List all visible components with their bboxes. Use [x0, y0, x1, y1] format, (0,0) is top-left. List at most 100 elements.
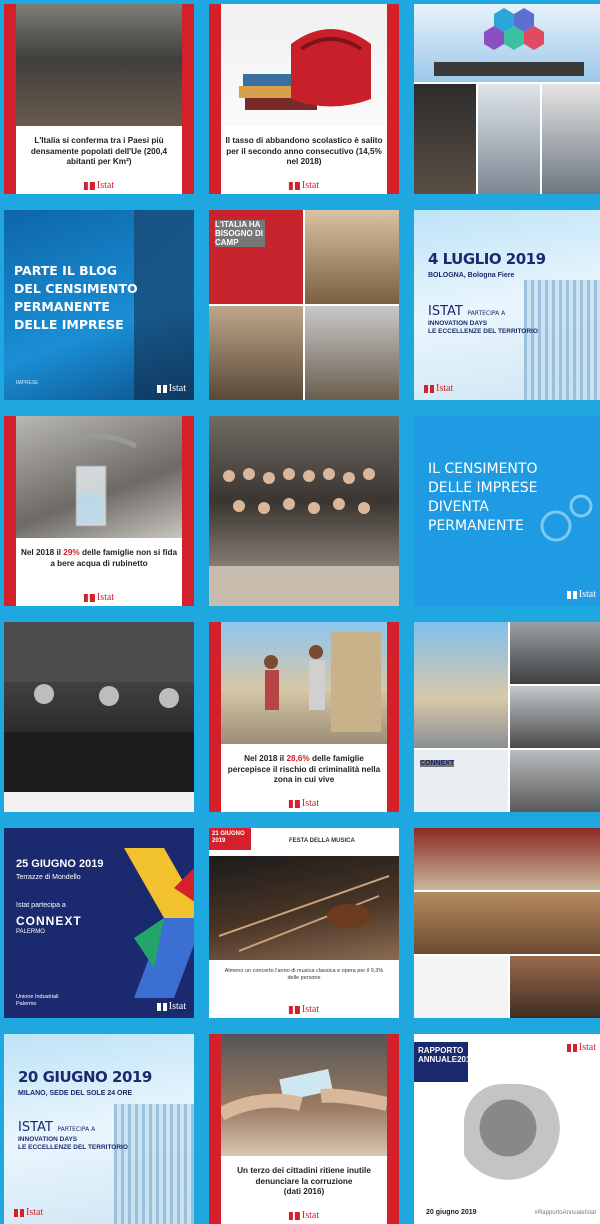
speaker-photo — [510, 956, 600, 1018]
water-glass-photo — [16, 416, 182, 538]
group-photo — [305, 306, 399, 400]
event-city: PALERMO — [16, 929, 45, 935]
connext-stand-photo: CONNEXT — [414, 750, 508, 812]
street-photo — [221, 622, 387, 744]
festival-title: FESTA DELLA MUSICA — [289, 838, 355, 844]
money-hands-icon — [217, 1069, 389, 1121]
event-place: MILANO, SEDE DEL SOLE 24 ORE — [18, 1090, 133, 1097]
event-name: INNOVATION DAYS LE ECCELLENZE DEL TERRITO… — [18, 1136, 128, 1151]
event-date-badge: 21 GIUGNO 2019 — [209, 828, 251, 850]
event-place: Terrazze di Mondello — [16, 874, 81, 881]
istat-logo: Istat — [14, 1207, 43, 1218]
connext-title: CONNEXT — [16, 914, 82, 928]
violin-photo — [209, 856, 399, 960]
banner-photo: L'ITALIA HA BISOGNO DI CAMP — [209, 210, 303, 304]
post-tile-conference-collage[interactable] — [414, 4, 600, 194]
istat-logo: Istat — [424, 383, 453, 394]
hall-photo — [510, 686, 600, 748]
villa-photo — [414, 622, 508, 748]
building-graphic — [524, 280, 600, 400]
istat-logo: Istat — [288, 180, 319, 191]
caption-box: Il tasso di abbandono scolastico è salit… — [221, 126, 387, 194]
post-tile-rapporto-event-collage[interactable] — [414, 828, 600, 1018]
post-tile-group-photo[interactable] — [209, 416, 399, 606]
conference-stage-photo — [414, 4, 600, 82]
red-bar-left — [4, 4, 16, 194]
blog-title: PARTE IL BLOG DEL CENSIMENTO PERMANENTE … — [14, 263, 138, 332]
post-tile-connext-collage[interactable]: CONNEXT — [414, 622, 600, 812]
event-name: INNOVATION DAYS LE ECCELLENZE DEL TERRITO… — [428, 320, 538, 335]
post-tile-historic-photo[interactable] — [4, 622, 194, 812]
post-tile-connext-palermo[interactable]: 25 GIUGNO 2019 Terrazze di Mondello Ista… — [4, 828, 194, 1018]
red-bar-right — [387, 622, 399, 812]
hands-photo — [217, 1034, 389, 1156]
census-small-label: IMPRESE — [16, 380, 39, 386]
caption-text: L'Italia si conferma tra i Paesi più den… — [30, 136, 168, 166]
red-bar-right — [387, 1034, 399, 1224]
post-tile-rapporto-annuale[interactable]: RAPPORTO ANNUALE2019 Istat 20 giugno 2019… — [414, 1034, 600, 1224]
post-tile-blog-census[interactable]: PARTE IL BLOG DEL CENSIMENTO PERMANENTE … — [4, 210, 194, 400]
caption-box: Nel 2018 il 28,6% delle famiglie percepi… — [221, 744, 387, 812]
room-photo — [305, 210, 399, 304]
istat-partecipa: ISTAT PARTECIPA A — [428, 304, 506, 319]
street-people-icon — [264, 632, 381, 732]
post-tile-music-festival[interactable]: 21 GIUGNO 2019 FESTA DELLA MUSICA Almeno … — [209, 828, 399, 1018]
red-bar-left — [209, 622, 221, 812]
post-tile-school[interactable]: Il tasso di abbandono scolastico è salit… — [209, 4, 399, 194]
istat-logo: Istat — [566, 589, 596, 600]
post-tile-crime-risk[interactable]: Nel 2018 il 28,6% delle famiglie percepi… — [209, 622, 399, 812]
rapporto-title-box: RAPPORTO ANNUALE2019 — [414, 1042, 475, 1082]
istat-partecipa: Istat partecipa a — [16, 902, 66, 909]
istat-logo: Istat — [288, 1004, 319, 1015]
istat-logo: Istat — [83, 180, 114, 191]
post-tile-innovation-bologna[interactable]: 4 LUGLIO 2019 BOLOGNA, Bologna Fiere IST… — [414, 210, 600, 400]
audience-photo — [414, 892, 600, 954]
caption-text: Un terzo dei cittadini ritiene inutile d… — [237, 1166, 371, 1196]
group-people-graphic — [209, 468, 399, 606]
red-bar-right — [182, 4, 194, 194]
istat-logo: Istat — [566, 1042, 596, 1053]
event-place: BOLOGNA, Bologna Fiere — [428, 272, 515, 279]
violin-icon — [218, 875, 390, 952]
post-tile-corruption[interactable]: Un terzo dei cittadini ritiene inutile d… — [209, 1034, 399, 1224]
meeting-table-graphic — [4, 622, 194, 812]
audience-photo — [414, 84, 476, 194]
hexagon-graphic-icon — [434, 8, 584, 76]
crowd-photo — [510, 750, 600, 812]
caption-text: Nel 2018 il 28,6% delle famiglie percepi… — [227, 754, 381, 784]
caption-box: Nel 2018 il 29% delle famiglie non si fi… — [16, 538, 182, 606]
instagram-grid: L'Italia si conferma tra i Paesi più den… — [0, 0, 600, 1224]
caption-text: Il tasso di abbandono scolastico è salit… — [225, 136, 383, 166]
ballot-box-photo — [478, 84, 540, 194]
people-photo — [542, 84, 600, 194]
istat-logo: Istat — [83, 592, 114, 603]
event-date: 4 LUGLIO 2019 — [428, 250, 546, 268]
italy-map-graphic — [464, 1084, 574, 1194]
istat-logo: Istat — [288, 798, 319, 809]
hashtag-label[interactable]: #RapportoAnnualeIstat — [535, 1210, 596, 1216]
report-date: 20 giugno 2019 — [426, 1209, 477, 1216]
banner-text: L'ITALIA HA BISOGNO DI CAMP — [215, 220, 265, 247]
post-tile-meeting-collage[interactable]: L'ITALIA HA BISOGNO DI CAMP — [209, 210, 399, 400]
books-photo — [221, 4, 387, 126]
building-graphic — [114, 1104, 194, 1224]
organizer-label: Unione Industriali Palermo — [16, 994, 59, 1007]
table-photo — [209, 306, 303, 400]
audience-photo — [510, 622, 600, 684]
red-bar-left — [209, 1034, 221, 1224]
books-backpack-icon — [239, 29, 371, 110]
istat-logo: Istat — [156, 383, 186, 394]
caption-box: Un terzo dei cittadini ritiene inutile d… — [221, 1156, 387, 1224]
red-bar-left — [4, 416, 16, 606]
post-tile-density[interactable]: L'Italia si conferma tra i Paesi più den… — [4, 4, 194, 194]
glass-icon — [54, 433, 138, 527]
post-tile-innovation-milano[interactable]: 20 GIUGNO 2019 MILANO, SEDE DEL SOLE 24 … — [4, 1034, 194, 1224]
istat-partecipa: ISTAT PARTECIPA A — [18, 1120, 96, 1135]
connext-x-logo-icon — [124, 848, 194, 998]
post-tile-tap-water[interactable]: Nel 2018 il 29% delle famiglie non si fi… — [4, 416, 194, 606]
event-date: 20 GIUGNO 2019 — [18, 1068, 152, 1086]
event-date: 25 GIUGNO 2019 — [16, 858, 104, 870]
music-text: Almeno un concerto l'anno di musica clas… — [224, 968, 384, 981]
red-bar-right — [182, 416, 194, 606]
post-tile-census-permanent[interactable]: IL CENSIMENTO DELLE IMPRESE DIVENTA PERM… — [414, 416, 600, 606]
